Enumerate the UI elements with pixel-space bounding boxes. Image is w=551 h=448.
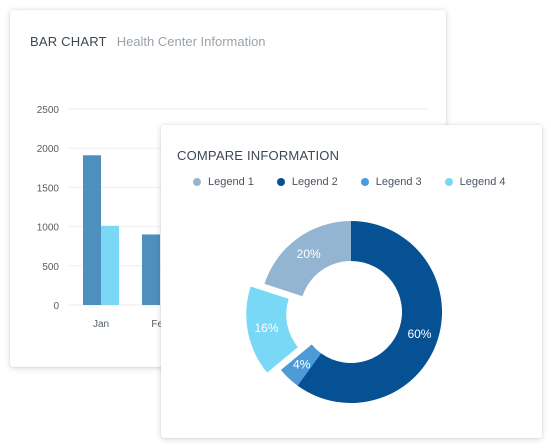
y-tick-label: 0 [53, 301, 59, 312]
y-tick-label: 2500 [37, 105, 60, 116]
compare-information-card: COMPARE INFORMATION Legend 1 Legend 2 Lege… [161, 125, 542, 438]
donut-chart: 60% 4% 16% 20% [246, 221, 442, 403]
bar [83, 155, 101, 305]
slice-label: 4% [293, 357, 311, 371]
slice-label: 20% [297, 247, 321, 261]
slice-label: 16% [255, 321, 279, 335]
y-tick-label: 500 [42, 262, 59, 273]
y-tick-label: 1000 [37, 223, 60, 234]
y-tick-label: 2000 [37, 144, 60, 155]
y-tick-label: 1500 [37, 183, 60, 194]
bar [142, 234, 160, 305]
slice-label: 60% [407, 327, 431, 341]
bar [101, 225, 119, 305]
x-tick-label: Jan [93, 319, 109, 330]
